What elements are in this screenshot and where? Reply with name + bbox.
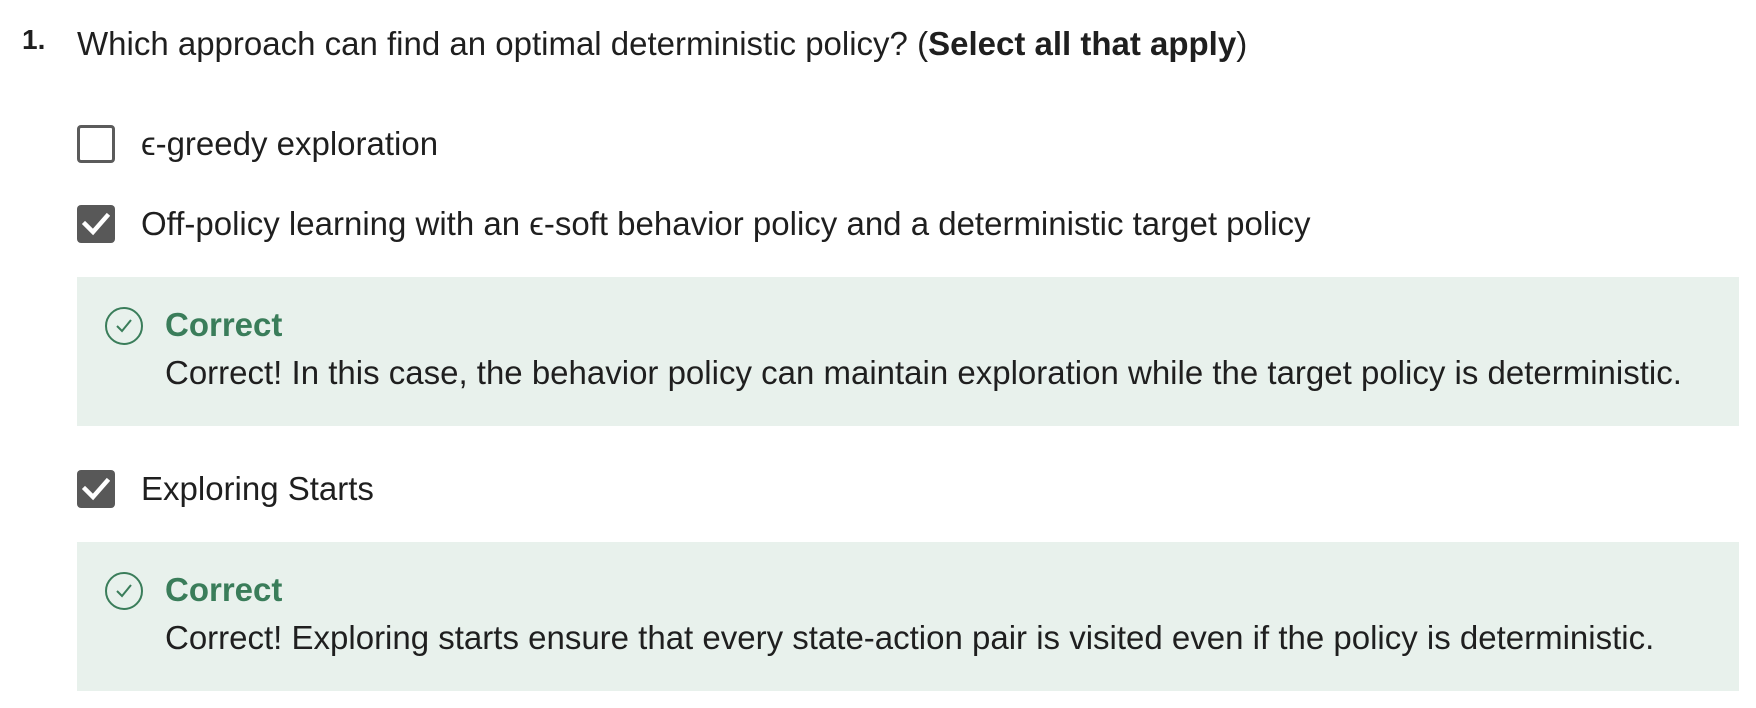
- circle-check-icon: [105, 572, 143, 610]
- option-label: Off-policy learning with an ϵ-soft behav…: [141, 205, 1311, 242]
- check-icon: [82, 477, 110, 501]
- feedback-title: Correct: [165, 571, 283, 608]
- option-off-policy[interactable]: Off-policy learning with an ϵ-soft behav…: [77, 204, 1311, 244]
- option-epsilon-greedy[interactable]: ϵ-greedy exploration: [77, 124, 438, 164]
- question-instruction: Select all that apply: [928, 25, 1237, 62]
- option-label: Exploring Starts: [141, 470, 374, 507]
- option-label: ϵ-greedy exploration: [141, 125, 439, 162]
- option-exploring-starts[interactable]: Exploring Starts: [77, 469, 374, 509]
- question-text-end: ): [1236, 25, 1248, 62]
- question-text: Which approach can find an optimal deter…: [77, 25, 1247, 63]
- checkbox-unchecked[interactable]: [77, 125, 115, 163]
- feedback-correct: Correct Correct! Exploring starts ensure…: [77, 542, 1739, 691]
- feedback-text: Correct! In this case, the behavior poli…: [165, 354, 1682, 391]
- question-text-main: Which approach can find an optimal deter…: [77, 25, 929, 62]
- check-icon: [82, 212, 110, 236]
- checkbox-checked[interactable]: [77, 205, 115, 243]
- question-number: 1.: [22, 24, 46, 55]
- feedback-correct: Correct Correct! In this case, the behav…: [77, 277, 1739, 426]
- feedback-title: Correct: [165, 306, 283, 343]
- circle-check-icon: [105, 307, 143, 345]
- feedback-text: Correct! Exploring starts ensure that ev…: [165, 619, 1655, 656]
- quiz-question: 1. Which approach can find an optimal de…: [0, 0, 1756, 708]
- checkbox-checked[interactable]: [77, 470, 115, 508]
